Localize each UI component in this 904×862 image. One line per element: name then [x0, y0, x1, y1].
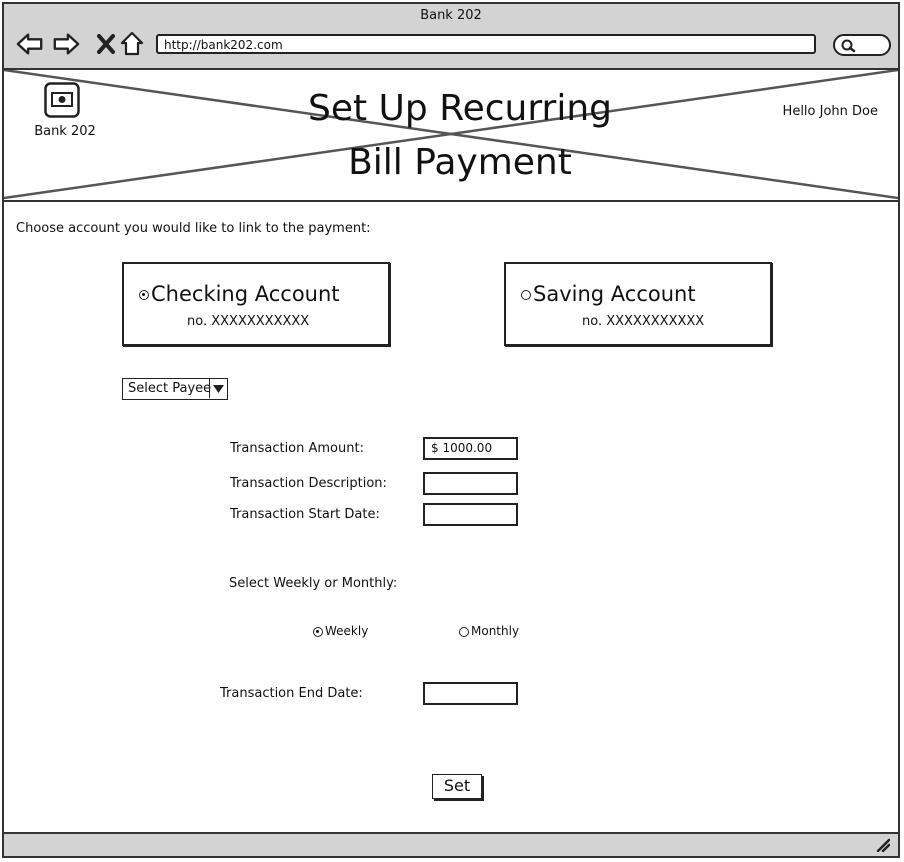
- status-bar: [4, 832, 898, 856]
- weekly-option[interactable]: Weekly: [313, 624, 368, 638]
- saving-account-label: Saving Account: [533, 282, 696, 306]
- window-title: Bank 202: [420, 8, 482, 23]
- close-icon[interactable]: [92, 30, 120, 58]
- address-bar[interactable]: http://bank202.com: [156, 34, 816, 54]
- monthly-radio[interactable]: [459, 626, 469, 637]
- set-button[interactable]: Set: [432, 774, 482, 799]
- forward-icon[interactable]: [52, 30, 80, 58]
- user-greeting: Hello John Doe: [782, 104, 878, 119]
- home-icon[interactable]: [118, 30, 146, 58]
- resize-grip-icon[interactable]: [876, 838, 890, 852]
- frequency-label: Select Weekly or Monthly:: [229, 576, 398, 591]
- start-date-input[interactable]: [423, 503, 518, 526]
- description-input[interactable]: [423, 472, 518, 495]
- page-title-line-1: Set Up Recurring: [308, 88, 612, 129]
- description-label: Transaction Description:: [230, 476, 387, 491]
- page-title: Set Up Recurring Bill Payment: [270, 82, 650, 190]
- checking-account-label: Checking Account: [151, 282, 340, 306]
- saving-account-radio[interactable]: [521, 290, 531, 300]
- monthly-label: Monthly: [471, 624, 520, 638]
- amount-input[interactable]: $ 1000.00: [423, 437, 518, 460]
- saving-account-option[interactable]: Saving Account: [521, 282, 696, 306]
- account-prompt: Choose account you would like to link to…: [16, 221, 371, 236]
- payee-select[interactable]: Select Payee: [122, 378, 228, 400]
- weekly-label: Weekly: [325, 624, 369, 638]
- logo-label: Bank 202: [34, 124, 96, 139]
- end-date-label: Transaction End Date:: [220, 686, 363, 701]
- bank-logo-icon: [44, 82, 80, 118]
- weekly-radio[interactable]: [313, 626, 323, 637]
- payee-select-label: Select Payee: [128, 381, 212, 396]
- checking-account-option[interactable]: Checking Account: [139, 282, 340, 306]
- page-title-line-2: Bill Payment: [348, 142, 572, 183]
- back-icon[interactable]: [16, 30, 44, 58]
- end-date-input[interactable]: [423, 682, 518, 705]
- checking-account-card[interactable]: Checking Account no. XXXXXXXXXXX: [122, 262, 390, 346]
- browser-toolbar: Bank 202 http://bank202.com: [4, 4, 898, 70]
- start-date-label: Transaction Start Date:: [230, 507, 380, 522]
- search-field[interactable]: [833, 34, 891, 56]
- saving-account-card[interactable]: Saving Account no. XXXXXXXXXXX: [504, 262, 772, 346]
- saving-account-number: no. XXXXXXXXXXX: [582, 314, 705, 329]
- amount-label: Transaction Amount:: [230, 441, 364, 456]
- dropdown-arrow-icon[interactable]: [209, 379, 227, 398]
- checking-account-number: no. XXXXXXXXXXX: [187, 314, 310, 329]
- checking-account-radio[interactable]: [139, 290, 149, 300]
- monthly-option[interactable]: Monthly: [459, 624, 519, 638]
- search-icon: [841, 39, 856, 53]
